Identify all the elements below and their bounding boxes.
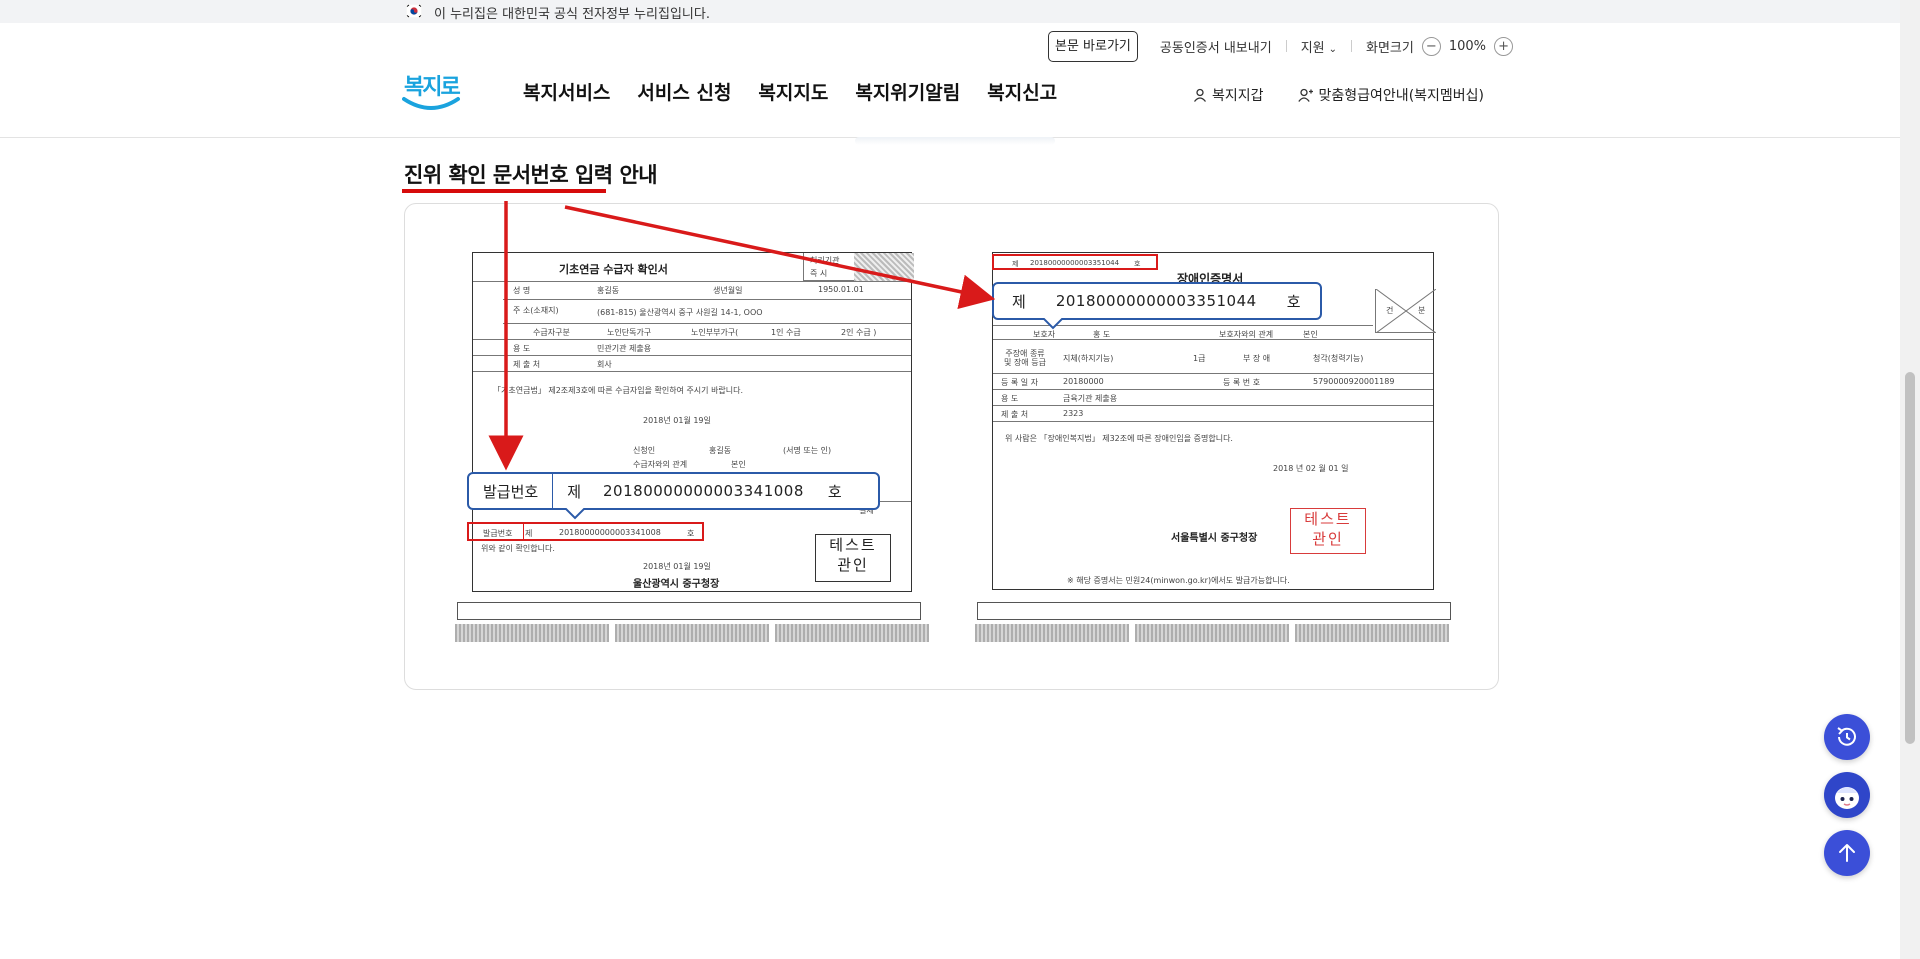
chatbot-button[interactable] [1824, 772, 1870, 818]
history-icon [1837, 727, 1856, 746]
arrow-up-icon [1839, 844, 1855, 862]
annotation-arrows [488, 201, 996, 471]
mascot-icon [1835, 787, 1859, 809]
arrow-right [564, 205, 996, 309]
recent-history-button[interactable] [1824, 714, 1870, 760]
scroll-top-button[interactable] [1824, 830, 1870, 876]
scrollbar-thumb[interactable] [1905, 372, 1915, 744]
